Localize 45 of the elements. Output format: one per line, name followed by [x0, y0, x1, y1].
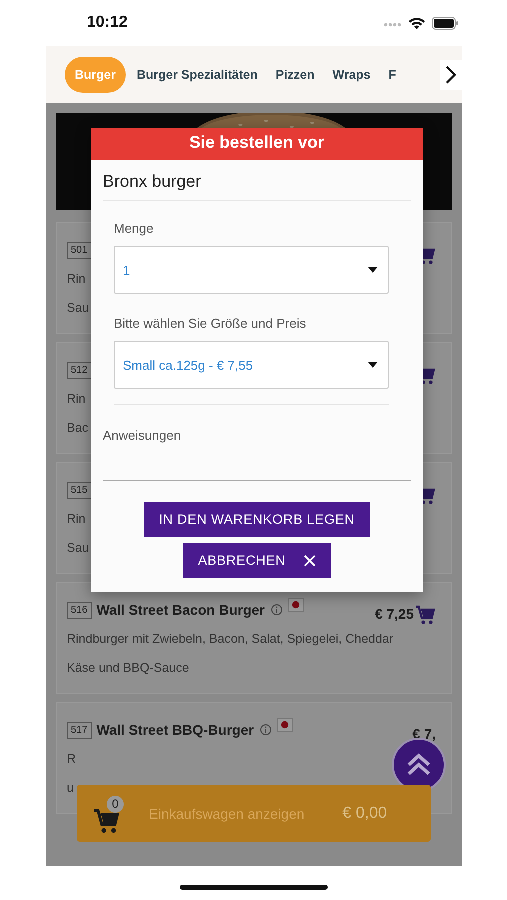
item-description: Rin: [67, 511, 86, 528]
scroll-right-button[interactable]: [440, 60, 462, 90]
item-description: Käse und BBQ-Sauce: [67, 660, 190, 677]
category-tab[interactable]: Wraps: [326, 58, 378, 92]
category-tab[interactable]: Pizzen: [268, 58, 322, 92]
double-chevron-up-icon: [406, 752, 432, 778]
item-description: Rin: [67, 271, 86, 288]
dropdown-field[interactable]: 1: [114, 246, 389, 294]
dialog-header: Sie bestellen vor: [91, 128, 423, 160]
field-label: Menge: [114, 220, 155, 238]
add-to-cart-button[interactable]: IN DEN WARENKORB LEGEN: [144, 502, 370, 537]
cart-total: € 0,00: [342, 804, 388, 822]
item-title: Wall Street BBQ-Burger: [96, 722, 254, 738]
item-description: u: [67, 780, 74, 797]
item-number: 516: [67, 602, 92, 618]
caret-icon: [368, 267, 378, 273]
caret-icon: [368, 362, 378, 368]
show-cart-button[interactable]: 0 Einkaufswagen anzeigen € 0,00: [77, 785, 431, 842]
cart-count-badge: 0: [107, 796, 124, 812]
category-tab[interactable]: Burger Spezialitäten: [130, 58, 265, 92]
flag-icon: [277, 718, 294, 732]
info-icon: [270, 604, 283, 616]
dropdown-field[interactable]: Small ca.125g - € 7,55: [114, 341, 389, 389]
item-description: Sau: [67, 300, 90, 317]
item-price: € 7,25: [375, 606, 414, 622]
cart-icon: [93, 808, 119, 834]
item-number: 517: [67, 722, 92, 738]
category-tab[interactable]: F: [382, 58, 404, 92]
flag-icon: [288, 598, 304, 612]
item-description: R: [67, 751, 76, 768]
cancel-button[interactable]: ABBRECHEN: [183, 543, 331, 578]
product-name: Bronx burger: [103, 172, 411, 201]
wifi-icon: [408, 16, 426, 30]
field-label: Bitte wählen Sie Größe und Preis: [114, 315, 308, 333]
item-title: Wall Street Bacon Burger: [96, 602, 265, 618]
status-time: 10:12: [87, 14, 128, 32]
item-description: Rin: [67, 391, 86, 408]
item-description: Bac: [67, 420, 89, 437]
item-description: Sau: [67, 540, 90, 557]
item-description: Rindburger mit Zwiebeln, Bacon, Salat, Spiegelei, Cheddar: [67, 631, 394, 648]
info-icon: [260, 724, 272, 736]
battery-icon: [432, 16, 459, 30]
instructions-field[interactable]: Anweisungen: [103, 405, 411, 481]
close-icon: [304, 554, 316, 566]
chevron-right-icon: [445, 65, 457, 85]
